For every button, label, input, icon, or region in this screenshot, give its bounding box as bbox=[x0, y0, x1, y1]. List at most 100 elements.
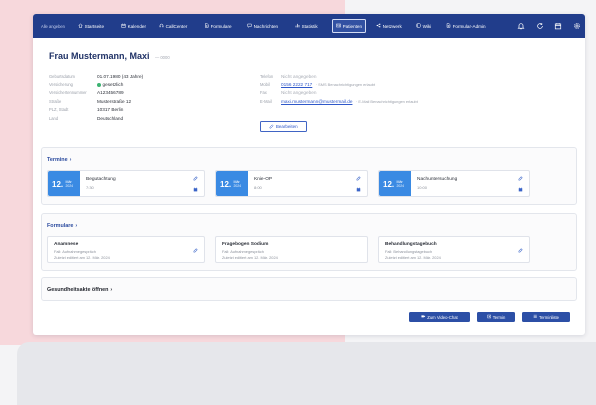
detail-row-mobile: Mobil 0156 2222 717 · SMS Benachrichtigu… bbox=[260, 80, 560, 88]
detail-label: Fax bbox=[260, 90, 267, 96]
detail-label: E-Mail bbox=[260, 98, 272, 104]
open-health-record-link[interactable]: Gesundheitsakte öffnen › bbox=[47, 287, 112, 293]
edit-icon[interactable] bbox=[518, 247, 523, 253]
detail-value: Nicht angegeben bbox=[281, 73, 317, 79]
device-frame bbox=[17, 342, 596, 405]
nav-item-network[interactable]: Netzwerk bbox=[376, 21, 402, 31]
nav-item-wiki[interactable]: Wiki bbox=[416, 21, 431, 31]
edit-icon[interactable] bbox=[518, 176, 523, 181]
appointments-title[interactable]: Termine › bbox=[47, 157, 71, 163]
form-title: Anamnese bbox=[54, 242, 79, 247]
email-link[interactable]: maxi.mustermann@mustermail.de bbox=[281, 99, 352, 104]
calendar-icon[interactable] bbox=[356, 187, 361, 192]
nav-item-callcenter[interactable]: CallCenter bbox=[159, 21, 187, 31]
calendar-icon[interactable] bbox=[554, 22, 562, 30]
home-icon bbox=[78, 23, 83, 29]
detail-row-country: Land Deutschland bbox=[49, 114, 239, 122]
nav-item-label: Netzwerk bbox=[382, 23, 402, 29]
form-card[interactable]: Anamnese Fall: Aufnahmegespräch Zuletzt … bbox=[47, 236, 205, 263]
headset-icon bbox=[159, 23, 164, 29]
wiki-icon bbox=[416, 23, 421, 29]
appointment-card[interactable]: 12. Mär 2024 Begutachtung 7:30 bbox=[47, 170, 205, 197]
nav-item-label: Alle angeben bbox=[41, 23, 65, 29]
calendar-plus-icon bbox=[487, 314, 492, 320]
detail-label: Mobil bbox=[260, 82, 270, 88]
nav-item-label: CallCenter bbox=[165, 23, 188, 29]
gear-icon[interactable] bbox=[573, 22, 581, 30]
appointment-card[interactable]: 12. Mär 2024 Nachuntersuchung 10:00 bbox=[378, 170, 530, 197]
edit-icon[interactable] bbox=[193, 176, 198, 181]
bell-icon[interactable] bbox=[517, 22, 525, 30]
form-card[interactable]: Behandlungstagebuch Fall: Behandlungstag… bbox=[378, 236, 530, 263]
top-navigation: Alle angeben Startseite Kalender CallCen… bbox=[33, 14, 585, 38]
edit-icon[interactable] bbox=[356, 176, 361, 181]
form-admin-icon bbox=[446, 23, 451, 29]
nav-item-label: Statistik bbox=[301, 23, 318, 29]
nav-item-label: Nachrichten bbox=[253, 23, 279, 29]
detail-row-street: Straße Musterstraße 12 bbox=[49, 97, 239, 105]
date-badge: 12. Mär 2024 bbox=[48, 171, 80, 196]
mobile-link[interactable]: 0156 2222 717 bbox=[281, 82, 312, 87]
patient-details-left: Geburtsdatum 01.07.1980 (43 Jahre) Versi… bbox=[49, 72, 239, 122]
detail-row-email: E-Mail maxi.mustermann@mustermail.de · E… bbox=[260, 97, 560, 105]
appointment-list-button[interactable]: Terminliste bbox=[522, 312, 570, 322]
nav-item-patients[interactable]: Patienten bbox=[332, 19, 367, 33]
appointment-title: Nachuntersuchung bbox=[417, 177, 458, 182]
app-window: Alle angeben Startseite Kalender CallCen… bbox=[33, 14, 585, 335]
chart-icon bbox=[295, 23, 300, 29]
section-title-label: Gesundheitsakte öffnen bbox=[47, 286, 109, 293]
form-card[interactable]: Fragebogen Sodium Fall: Aufnahmegespräch… bbox=[215, 236, 368, 263]
date-day: 12. bbox=[52, 180, 64, 189]
forms-title[interactable]: Formulare › bbox=[47, 223, 77, 229]
chevron-right-icon: › bbox=[75, 223, 78, 229]
email-note: · E-Mail Benachrichtigungen erlaubt bbox=[355, 98, 418, 104]
detail-label: Versicherung bbox=[49, 82, 73, 88]
detail-label: Land bbox=[49, 115, 59, 121]
edit-patient-button[interactable]: Bearbeiten bbox=[260, 121, 307, 132]
nav-item-home[interactable]: Startseite bbox=[78, 21, 104, 31]
detail-row-insurance: Versicherung gesetzlich bbox=[49, 80, 239, 88]
form-edited: Zuletzt editiert am 12. Mär. 2024 bbox=[54, 254, 110, 260]
detail-value: A123456789 bbox=[97, 90, 124, 96]
nav-item-calendar[interactable]: Kalender bbox=[121, 21, 146, 31]
chevron-right-icon: › bbox=[69, 157, 72, 163]
appointment-label: Termin bbox=[492, 314, 506, 320]
new-appointment-button[interactable]: Termin bbox=[477, 312, 515, 322]
patient-details-right: Telefon Nicht angegeben Mobil 0156 2222 … bbox=[260, 72, 560, 106]
form-case: Fall: Aufnahmegespräch bbox=[54, 249, 96, 254]
date-month: Mär bbox=[65, 179, 72, 184]
form-case: Fall: Behandlungstagebuch bbox=[385, 249, 433, 254]
nav-item-messages[interactable]: Nachrichten bbox=[247, 21, 278, 31]
date-month: Mär bbox=[396, 179, 403, 184]
detail-value: Musterstraße 12 bbox=[97, 98, 132, 104]
nav-item-label: Formular-Admin bbox=[452, 23, 486, 29]
detail-value: maxi.mustermann@mustermail.de · E-Mail B… bbox=[281, 99, 418, 104]
form-list: Anamnese Fall: Aufnahmegespräch Zuletzt … bbox=[47, 236, 530, 263]
calendar-icon[interactable] bbox=[518, 187, 523, 192]
nav-item-forms[interactable]: Formulare bbox=[204, 21, 232, 31]
sync-icon[interactable] bbox=[536, 22, 544, 30]
form-edited: Zuletzt editiert am 12. Mär. 2024 bbox=[385, 254, 441, 260]
nav-item-unread[interactable]: Alle angeben bbox=[41, 21, 65, 31]
nav-item-form-admin[interactable]: Formular-Admin bbox=[446, 21, 486, 31]
date-year: 2024 bbox=[396, 184, 405, 188]
video-chat-button[interactable]: Zum Video-Chat bbox=[409, 312, 470, 322]
network-icon bbox=[376, 23, 381, 29]
sms-note: · SMS Benachrichtigungen erlaubt bbox=[315, 82, 376, 88]
detail-value: 01.07.1980 (43 Jahre) bbox=[97, 73, 144, 79]
detail-row-phone: Telefon Nicht angegeben bbox=[260, 72, 560, 80]
patient-name: Frau Mustermann, Maxi bbox=[49, 51, 150, 61]
detail-row-insurance-number: Versichertennummer A123456789 bbox=[49, 89, 239, 97]
date-day: 12. bbox=[220, 180, 232, 189]
nav-item-statistics[interactable]: Statistik bbox=[295, 21, 318, 31]
section-title-label: Formulare bbox=[47, 223, 74, 229]
appointment-title: Knie-OP bbox=[254, 177, 273, 182]
calendar-icon[interactable] bbox=[193, 187, 198, 192]
edit-icon bbox=[269, 123, 274, 130]
detail-label: PLZ, Stadt bbox=[49, 107, 69, 113]
status-dot-icon bbox=[97, 82, 101, 87]
appointment-time: 7:30 bbox=[86, 184, 94, 190]
edit-icon[interactable] bbox=[193, 247, 198, 253]
list-icon bbox=[533, 314, 538, 320]
appointment-card[interactable]: 12. Mär 2024 Knie-OP 8:00 bbox=[215, 170, 368, 197]
